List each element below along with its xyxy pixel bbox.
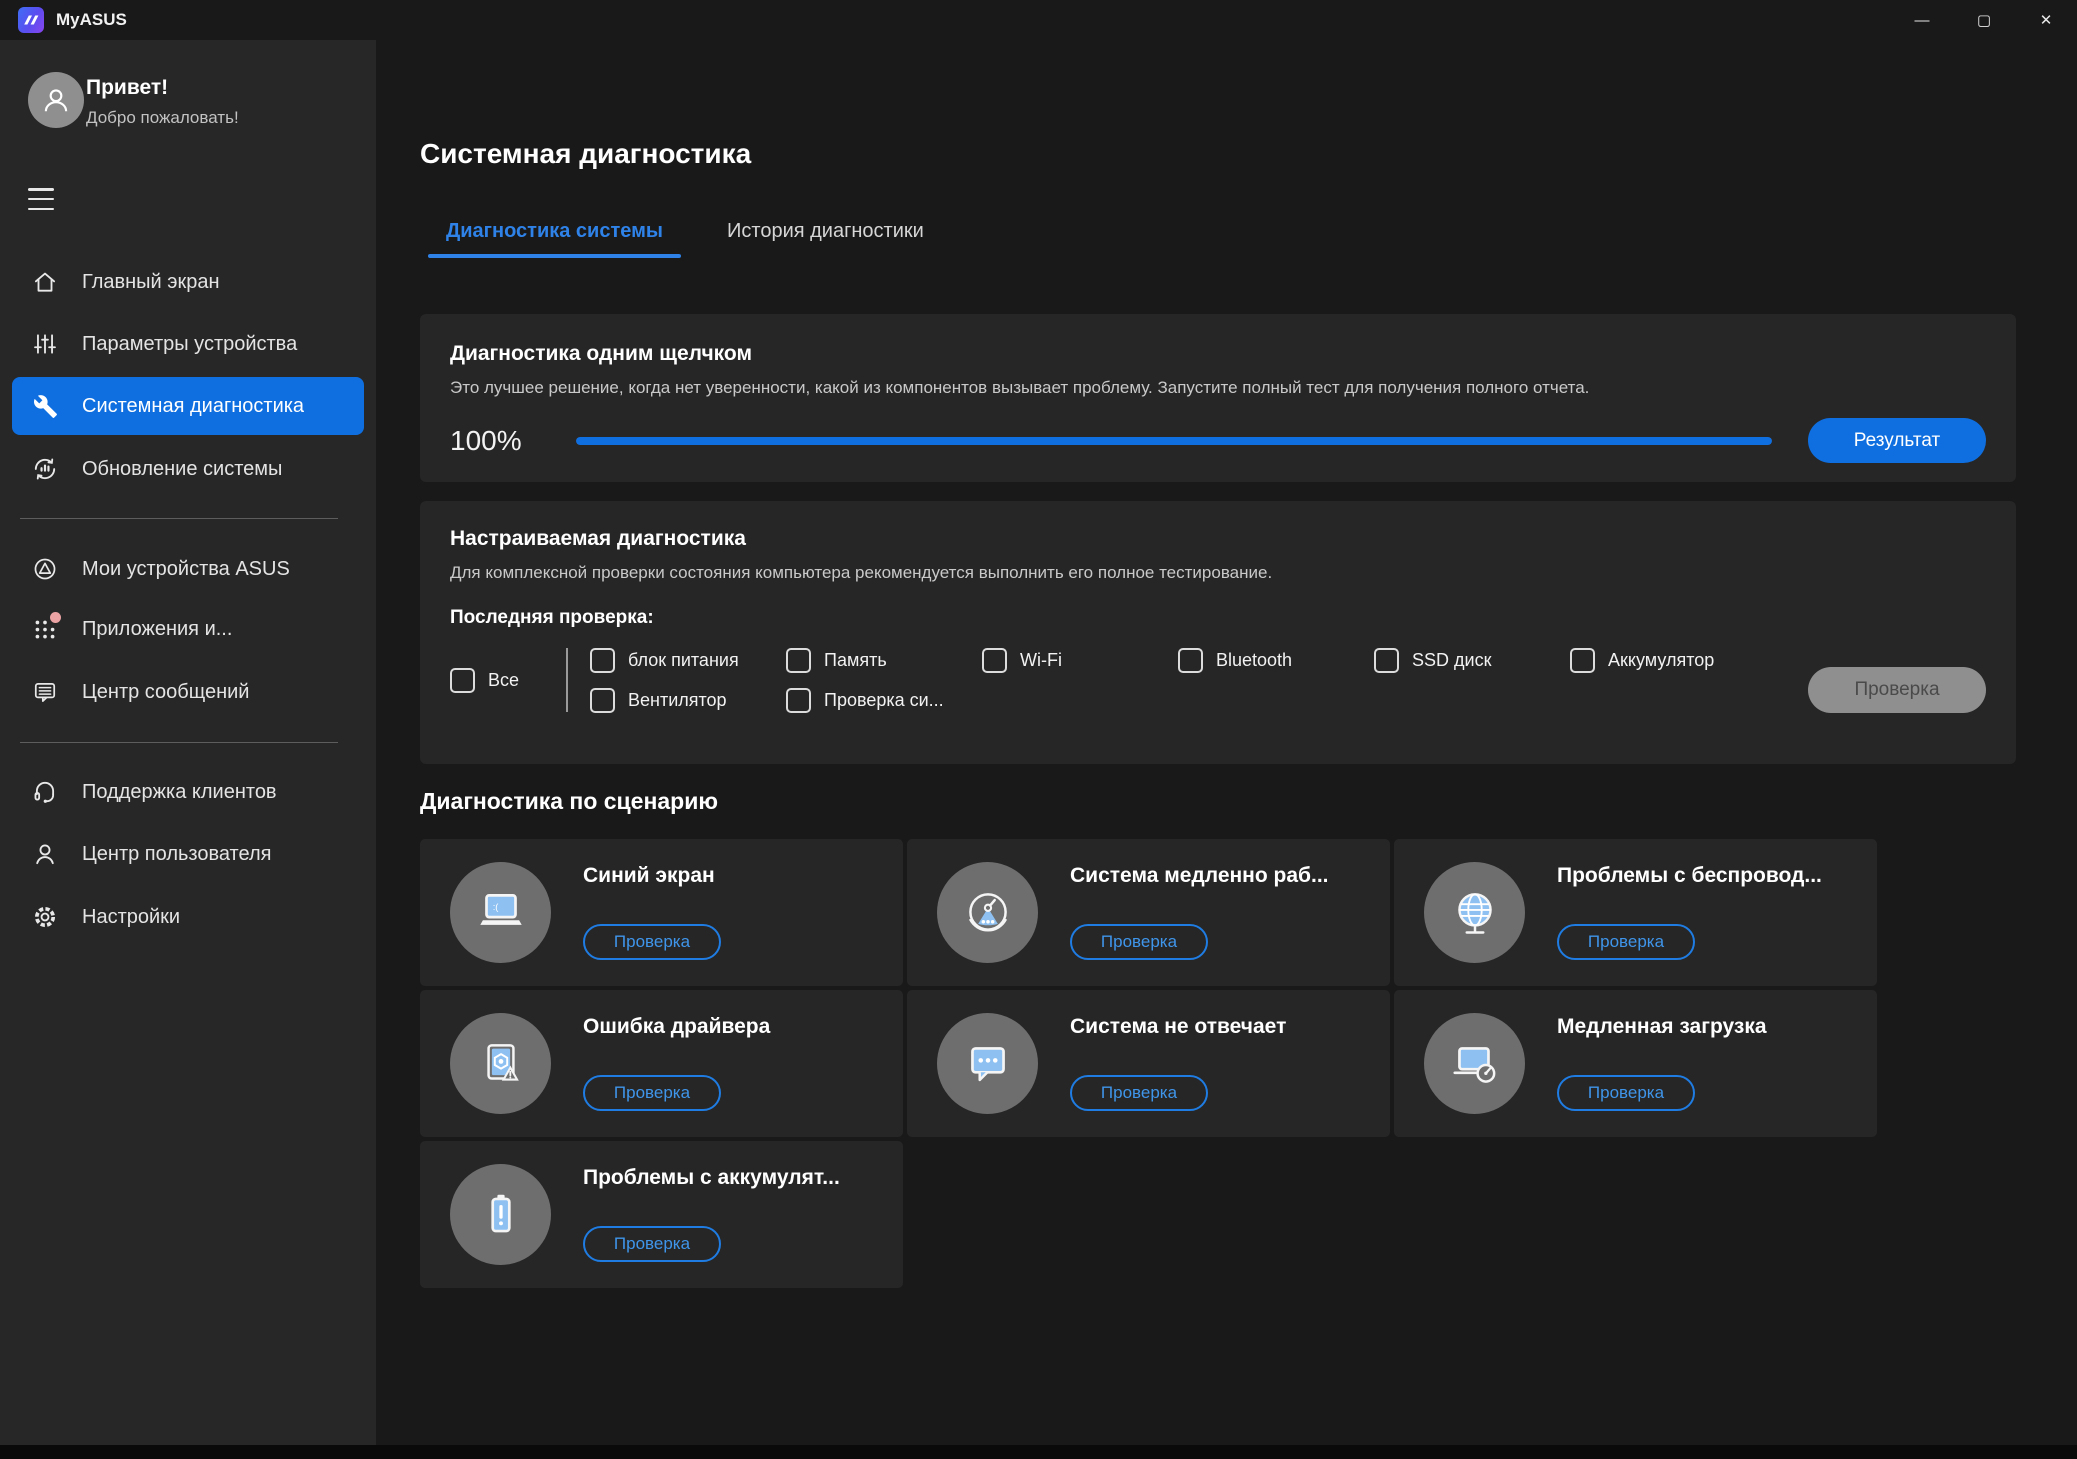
scenario-card-not-responding: Система не отвечает Проверка <box>907 990 1390 1137</box>
sidebar-item-settings[interactable]: Настройки <box>12 888 364 946</box>
check-button[interactable]: Проверка <box>1557 924 1695 960</box>
driver-error-icon <box>450 1013 551 1114</box>
sidebar-item-my-asus-devices[interactable]: Мои устройства ASUS <box>12 540 364 598</box>
sidebar-item-customer-support[interactable]: Поддержка клиентов <box>12 763 364 821</box>
sidebar-item-system-diagnosis[interactable]: Системная диагностика <box>12 377 364 435</box>
scenario-card-battery: Проблемы с аккумулят... Проверка <box>420 1141 903 1288</box>
check-button[interactable]: Проверка <box>1070 1075 1208 1111</box>
checkbox-bluetooth[interactable]: Bluetooth <box>1178 645 1374 675</box>
sidebar-divider <box>20 518 338 519</box>
main-content: Системная диагностика Диагностика систем… <box>376 40 2077 1445</box>
scenario-card-slow-boot: Медленная загрузка Проверка <box>1394 990 1877 1137</box>
sidebar: Привет! Добро пожаловать! Главный экран … <box>0 40 376 1445</box>
minimize-button[interactable]: — <box>1891 0 1953 40</box>
scenario-card-blue-screen: :( Синий экран Проверка <box>420 839 903 986</box>
home-icon <box>32 269 58 295</box>
scenario-section-title: Диагностика по сценарию <box>420 788 718 815</box>
asus-device-icon <box>32 556 58 582</box>
checkbox-all[interactable]: Все <box>450 665 519 695</box>
checkbox-wifi[interactable]: Wi-Fi <box>982 645 1178 675</box>
battery-problem-icon <box>450 1164 551 1265</box>
app-title: MyASUS <box>56 10 127 30</box>
checkbox-box[interactable] <box>1570 648 1595 673</box>
headset-icon <box>32 779 58 805</box>
last-check-label: Последняя проверка: <box>450 607 1986 629</box>
checkbox-box[interactable] <box>786 688 811 713</box>
sidebar-item-message-center[interactable]: Центр сообщений <box>12 663 364 721</box>
scenario-card-wireless: Проблемы с беспровод... Проверка <box>1394 839 1877 986</box>
check-button[interactable]: Проверка <box>1070 924 1208 960</box>
slow-system-icon <box>937 862 1038 963</box>
page-title: Системная диагностика <box>420 138 751 170</box>
notification-dot <box>50 612 61 623</box>
tab-bar: Диагностика системы История диагностики <box>428 220 942 258</box>
scenario-card-slow-system: Система медленно раб... Проверка <box>907 839 1390 986</box>
person-icon <box>40 84 72 116</box>
myasus-logo-icon <box>18 7 44 33</box>
one-click-title: Диагностика одним щелчком <box>450 342 1986 366</box>
sidebar-item-system-update[interactable]: Обновление системы <box>12 440 364 498</box>
checkbox-box[interactable] <box>450 668 475 693</box>
checkbox-divider <box>566 648 568 712</box>
checkbox-box[interactable] <box>590 688 615 713</box>
checkbox-fan[interactable]: Вентилятор <box>590 685 786 715</box>
slow-boot-icon <box>1424 1013 1525 1114</box>
close-button[interactable]: ✕ <box>2015 0 2077 40</box>
sidebar-item-device-settings[interactable]: Параметры устройства <box>12 315 364 373</box>
tab-diagnosis-history[interactable]: История диагностики <box>709 220 942 258</box>
scenario-grid: :( Синий экран Проверка <box>420 839 1877 1288</box>
check-button-disabled[interactable]: Проверка <box>1808 667 1986 713</box>
progress-bar-fill <box>576 437 1772 445</box>
sliders-icon <box>32 331 58 357</box>
result-button[interactable]: Результат <box>1808 418 1986 463</box>
checkbox-box[interactable] <box>590 648 615 673</box>
sidebar-divider <box>20 742 338 743</box>
custom-description: Для комплексной проверки состояния компь… <box>450 563 1986 583</box>
wireless-problem-icon <box>1424 862 1525 963</box>
one-click-diagnosis-card: Диагностика одним щелчком Это лучшее реш… <box>420 314 2016 482</box>
message-center-icon <box>32 679 58 705</box>
progress-bar <box>576 437 1772 445</box>
scenario-card-driver-error: Ошибка драйвера Проверка <box>420 990 903 1137</box>
sidebar-item-home[interactable]: Главный экран <box>12 253 364 311</box>
checkbox-battery[interactable]: Аккумулятор <box>1570 645 1766 675</box>
not-responding-icon <box>937 1013 1038 1114</box>
wrench-icon <box>32 393 58 419</box>
checkbox-box[interactable] <box>982 648 1007 673</box>
check-button[interactable]: Проверка <box>583 1226 721 1262</box>
gear-icon <box>32 904 58 930</box>
greeting-title: Привет! <box>86 76 168 100</box>
system-update-icon <box>32 456 58 482</box>
greeting-subtitle: Добро пожаловать! <box>86 108 239 128</box>
sidebar-item-apps[interactable]: Приложения и... <box>12 600 364 658</box>
check-button[interactable]: Проверка <box>583 1075 721 1111</box>
checkbox-box[interactable] <box>786 648 811 673</box>
checkbox-system-check[interactable]: Проверка си... <box>786 685 982 715</box>
checkbox-box[interactable] <box>1178 648 1203 673</box>
avatar[interactable] <box>28 72 84 128</box>
checkbox-ssd[interactable]: SSD диск <box>1374 645 1570 675</box>
hamburger-menu-icon[interactable] <box>28 186 58 212</box>
titlebar: MyASUS — ▢ ✕ <box>0 0 2077 40</box>
progress-percent-label: 100% <box>450 425 526 457</box>
check-button[interactable]: Проверка <box>1557 1075 1695 1111</box>
myasus-window: MyASUS — ▢ ✕ Привет! Добро пожаловать! Г… <box>0 0 2077 1459</box>
sidebar-item-user-center[interactable]: Центр пользователя <box>12 825 364 883</box>
checkbox-memory[interactable]: Память <box>786 645 982 675</box>
checkbox-power-supply[interactable]: блок питания <box>590 645 786 675</box>
checkbox-box[interactable] <box>1374 648 1399 673</box>
custom-diagnosis-card: Настраиваемая диагностика Для комплексно… <box>420 501 2016 764</box>
maximize-button[interactable]: ▢ <box>1953 0 2015 40</box>
custom-title: Настраиваемая диагностика <box>450 527 1986 551</box>
svg-text::(: :( <box>492 901 499 911</box>
one-click-description: Это лучшее решение, когда нет уверенност… <box>450 378 1986 398</box>
checkbox-group: Все блок питания Вентилятор <box>450 645 1986 715</box>
check-button[interactable]: Проверка <box>583 924 721 960</box>
blue-screen-icon: :( <box>450 862 551 963</box>
window-bottom-edge <box>0 1445 2077 1459</box>
tab-system-diagnosis[interactable]: Диагностика системы <box>428 220 681 258</box>
user-icon <box>32 841 58 867</box>
apps-grid-icon <box>32 616 58 642</box>
